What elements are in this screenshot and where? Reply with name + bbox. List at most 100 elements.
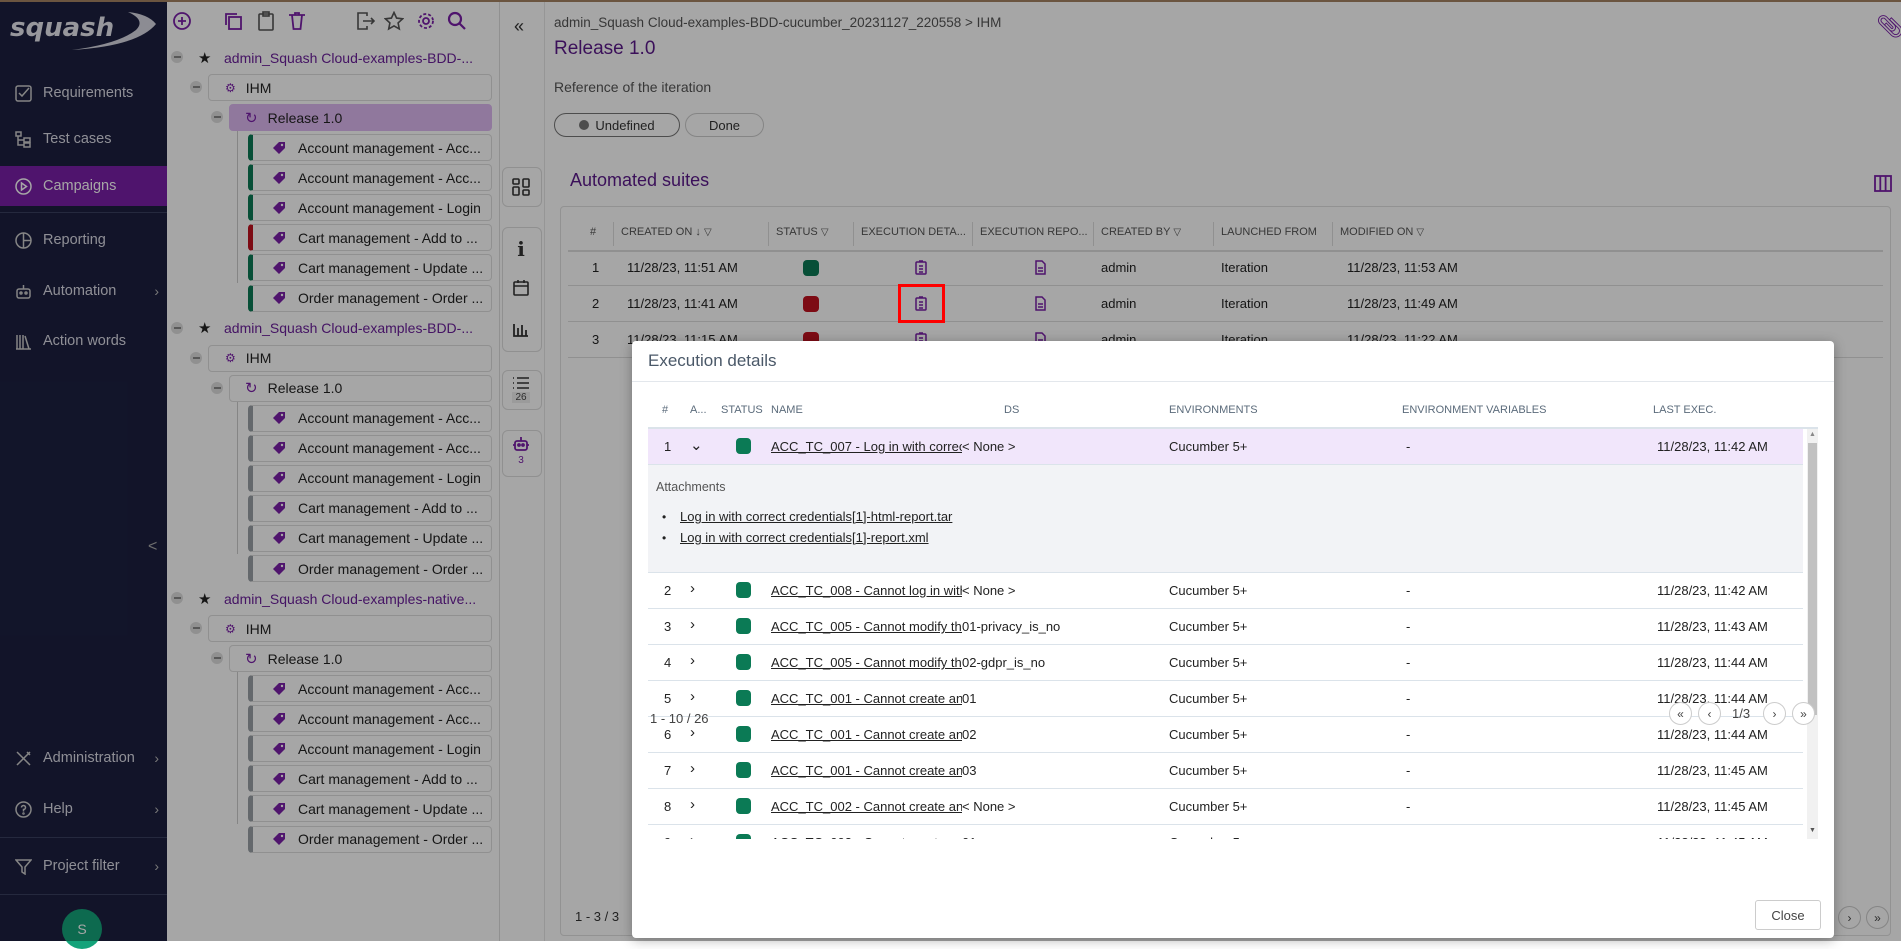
scrollbar-thumb[interactable]	[1808, 443, 1817, 715]
page-indicator: 1/3	[1732, 706, 1751, 721]
scroll-down-icon[interactable]: ▼	[1809, 827, 1816, 834]
environment-variables: -	[1406, 727, 1411, 742]
dataset: 02	[962, 727, 977, 742]
chevron-right-icon[interactable]: ›	[690, 796, 695, 813]
attachment-link[interactable]: Log in with correct credentials[1]-repor…	[680, 530, 929, 545]
status-indicator	[736, 654, 751, 670]
environment-variables: -	[1406, 799, 1411, 814]
row-number: 7	[664, 763, 672, 778]
execution-row[interactable]: 3 › ACC_TC_005 - Cannot modify the ac...01…	[648, 609, 1803, 645]
column-header[interactable]: DS	[1004, 404, 1019, 416]
row-number: 9	[664, 835, 671, 839]
chevron-right-icon[interactable]: ›	[690, 760, 695, 777]
column-header[interactable]: #	[662, 404, 668, 416]
dataset: 01	[962, 691, 977, 706]
dataset: < None >	[962, 799, 1016, 814]
attachment-link[interactable]: Log in with correct credentials[1]-html-…	[680, 509, 952, 524]
execution-name-link[interactable]: ACC_TC_002 - Cannot create an acc...	[771, 799, 962, 814]
row-number: 4	[664, 655, 672, 670]
status-indicator	[736, 834, 751, 839]
execution-name-link[interactable]: ACC_TC_008 - Cannot log in with an...	[771, 583, 962, 598]
execution-row[interactable]: 8 › ACC_TC_002 - Cannot create an acc...< …	[648, 789, 1803, 825]
execution-row[interactable]: 6 › ACC_TC_001 - Cannot create an acc...02…	[648, 717, 1803, 753]
dataset: < None >	[962, 439, 1016, 454]
last-execution: 11/28/23, 11:44 AM	[1657, 727, 1768, 742]
row-number: 8	[664, 799, 672, 814]
dataset: < None >	[962, 583, 1016, 598]
execution-row[interactable]: 2 › ACC_TC_008 - Cannot log in with an...<…	[648, 573, 1803, 609]
execution-name-link[interactable]: ACC_TC_003 - Cannot create an acc...	[771, 835, 962, 839]
environment: Cucumber 5+	[1169, 763, 1248, 778]
environment: Cucumber 5+	[1169, 691, 1248, 706]
chevron-right-icon[interactable]: ›	[690, 580, 695, 597]
execution-details-dialog: Execution details # A... STATUS NAME DS ENVIR…	[632, 341, 1834, 938]
attachments-label: Attachments	[656, 480, 726, 494]
execution-name-link[interactable]: ACC_TC_005 - Cannot modify the ac...	[771, 655, 962, 670]
table-scrollbar[interactable]: ▲ ▼	[1807, 429, 1818, 839]
environment-variables: -	[1406, 763, 1411, 778]
environment: Cucumber 5+	[1169, 835, 1247, 839]
execution-row[interactable]: 7 › ACC_TC_001 - Cannot create an acc...03…	[648, 753, 1803, 789]
execution-name-link[interactable]: ACC_TC_001 - Cannot create an acc...	[771, 691, 962, 706]
execution-name-link[interactable]: ACC_TC_007 - Log in with correct cr...	[771, 439, 962, 454]
environment: Cucumber 5+	[1169, 655, 1248, 670]
status-indicator	[736, 618, 751, 634]
previous-page-button[interactable]: ‹	[1698, 702, 1721, 725]
last-execution: 11/28/23, 11:44 AM	[1657, 655, 1768, 670]
column-header[interactable]: NAME	[771, 404, 803, 416]
close-button[interactable]: Close	[1755, 900, 1821, 930]
column-header[interactable]: A...	[690, 404, 707, 416]
chevron-right-icon[interactable]: ›	[690, 832, 695, 839]
execution-name-link[interactable]: ACC_TC_001 - Cannot create an acc...	[771, 727, 962, 742]
executions-count: 1 - 10 / 26	[650, 711, 709, 726]
scroll-up-icon[interactable]: ▲	[1809, 431, 1816, 438]
column-header[interactable]: ENVIRONMENT VARIABLES	[1402, 404, 1546, 416]
dataset: 02-gdpr_is_no	[962, 655, 1046, 670]
last-page-button[interactable]: »	[1792, 702, 1815, 725]
environment: Cucumber 5+	[1169, 619, 1248, 634]
environment-variables: -	[1406, 439, 1411, 454]
column-header[interactable]: LAST EXEC.	[1653, 404, 1716, 416]
first-page-button[interactable]: «	[1669, 702, 1692, 725]
execution-row[interactable]: 9 › ACC_TC_003 - Cannot create an acc...01…	[648, 825, 1803, 839]
dataset: 01	[962, 835, 976, 839]
environment: Cucumber 5+	[1169, 583, 1248, 598]
execution-row[interactable]: 5 › ACC_TC_001 - Cannot create an acc...01…	[648, 681, 1803, 717]
dataset: 03	[962, 763, 977, 778]
last-execution: 11/28/23, 11:43 AM	[1657, 619, 1768, 634]
status-indicator	[736, 726, 751, 742]
row-number: 3	[664, 619, 672, 634]
window-top-border	[0, 0, 1901, 2]
chevron-down-icon[interactable]: ⌄	[690, 436, 703, 454]
environment-variables: -	[1406, 583, 1411, 598]
highlight-box	[898, 284, 945, 323]
next-page-button[interactable]: ›	[1763, 702, 1786, 725]
row-number: 1	[664, 439, 672, 454]
last-execution: 11/28/23, 11:45 AM	[1657, 799, 1768, 814]
column-header[interactable]: STATUS	[721, 404, 763, 416]
last-execution: 11/28/23, 11:45 AM	[1657, 763, 1768, 778]
execution-name-link[interactable]: ACC_TC_005 - Cannot modify the ac...	[771, 619, 962, 634]
environment: Cucumber 5+	[1169, 799, 1248, 814]
dataset: 01-privacy_is_no	[962, 619, 1061, 634]
environment: Cucumber 5+	[1169, 727, 1248, 742]
execution-row[interactable]: 4 › ACC_TC_005 - Cannot modify the ac...02…	[648, 645, 1803, 681]
status-indicator	[736, 582, 751, 598]
chevron-right-icon[interactable]: ›	[690, 724, 695, 741]
chevron-right-icon[interactable]: ›	[690, 616, 695, 633]
chevron-right-icon[interactable]: ›	[690, 652, 695, 669]
status-indicator	[736, 690, 751, 706]
column-header[interactable]: ENVIRONMENTS	[1169, 404, 1258, 416]
status-indicator	[736, 438, 751, 454]
dialog-title: Execution details	[632, 341, 1834, 382]
status-indicator	[736, 798, 751, 814]
row-number: 6	[664, 727, 672, 742]
execution-row[interactable]: 1 ⌄ ACC_TC_007 - Log in with correct cr...…	[648, 429, 1803, 465]
environment-variables: -	[1406, 691, 1411, 706]
execution-name-link[interactable]: ACC_TC_001 - Cannot create an acc...	[771, 763, 962, 778]
bullet-icon: •	[662, 531, 667, 545]
chevron-right-icon[interactable]: ›	[690, 688, 695, 705]
last-execution: 11/28/23, 11:45 AM	[1657, 835, 1768, 839]
environment-variables: -	[1406, 835, 1410, 839]
environment: Cucumber 5+	[1169, 439, 1248, 454]
